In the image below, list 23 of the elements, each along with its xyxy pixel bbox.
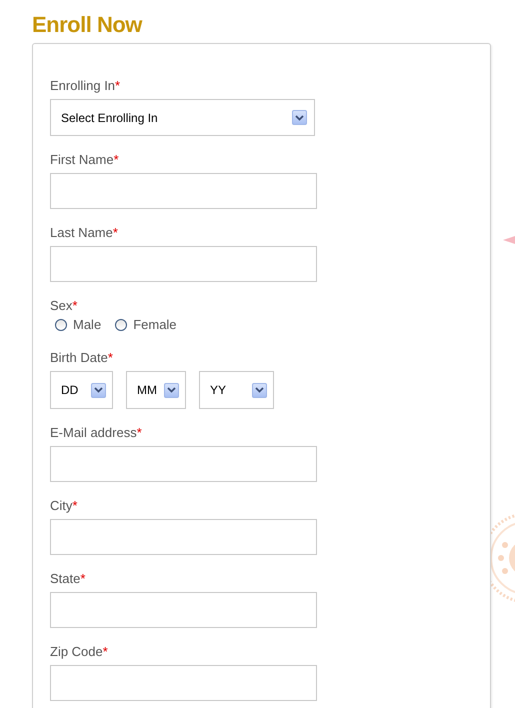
field-label: Sex* bbox=[50, 298, 78, 313]
field-label: E-Mail address* bbox=[50, 425, 142, 440]
field-label: City* bbox=[50, 498, 78, 513]
date-select[interactable]: YY bbox=[199, 371, 274, 409]
input-field[interactable] bbox=[50, 592, 317, 628]
select-field[interactable]: Select Enrolling In bbox=[50, 99, 315, 136]
radio-option[interactable]: Female bbox=[115, 318, 177, 332]
page-title: Enroll Now bbox=[32, 12, 142, 38]
arrow-tip-drawing bbox=[503, 236, 515, 244]
input-field[interactable] bbox=[50, 519, 317, 555]
date-select[interactable]: MM bbox=[126, 371, 186, 409]
input-field[interactable] bbox=[50, 446, 317, 482]
field-label: State* bbox=[50, 571, 86, 586]
date-select[interactable]: DD bbox=[50, 371, 113, 409]
field-label: Birth Date* bbox=[50, 350, 113, 365]
field-label: Enrolling In* bbox=[50, 78, 120, 93]
field-label: First Name* bbox=[50, 152, 119, 167]
field-label: Last Name* bbox=[50, 225, 118, 240]
input-field[interactable] bbox=[50, 246, 317, 282]
field-label: Zip Code* bbox=[50, 644, 108, 659]
input-field[interactable] bbox=[50, 173, 317, 209]
input-field[interactable] bbox=[50, 665, 317, 701]
radio-option[interactable]: Male bbox=[55, 318, 102, 332]
